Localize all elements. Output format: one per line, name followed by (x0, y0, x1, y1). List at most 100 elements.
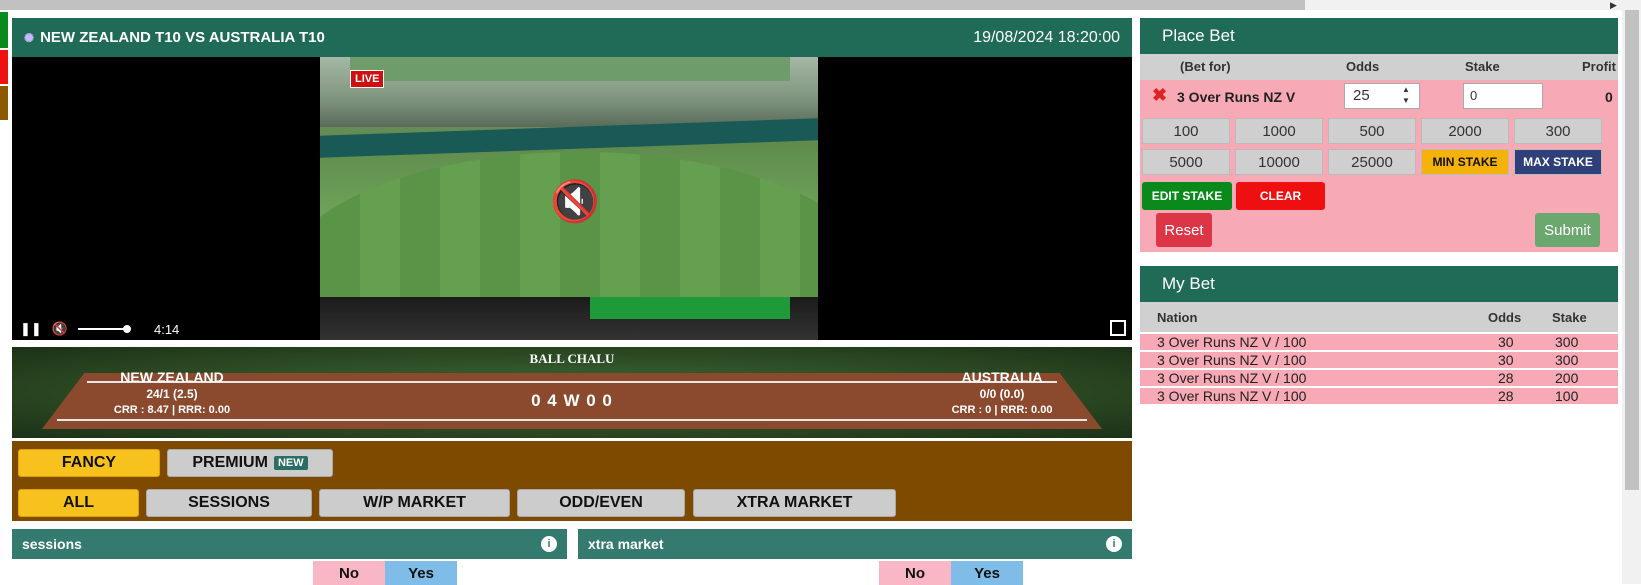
col-stake: Stake (1552, 310, 1587, 325)
col-profit: Profit (1582, 59, 1616, 74)
table-row: 3 Over Runs NZ V / 100 30 300 (1140, 352, 1618, 369)
tab-fancy[interactable]: FANCY (18, 449, 160, 477)
left-edge-strip-brown (0, 86, 8, 120)
left-edge-strip-green (0, 12, 8, 48)
horizontal-scrollbar-thumb[interactable] (0, 0, 1305, 10)
team2-score: 0/0 (0.0) (979, 387, 1025, 401)
min-stake-button[interactable]: MIN STAKE (1421, 149, 1509, 175)
row-nation: 3 Over Runs NZ V / 100 (1157, 388, 1307, 404)
sessions-market-header: sessions i (12, 529, 567, 559)
sessions-no-header: No (313, 561, 385, 585)
stake-10000-button[interactable]: 10000 (1235, 149, 1323, 175)
odds-stepper-icon[interactable]: ▲ ▼ (1402, 84, 1410, 106)
stadium-roof (350, 57, 790, 81)
filter-sessions[interactable]: SESSIONS (146, 489, 312, 517)
col-odds: Odds (1346, 59, 1380, 74)
profit-value: 0 (1605, 89, 1613, 105)
cricket-ball-icon: ✺ (24, 30, 35, 45)
reset-button[interactable]: Reset (1156, 213, 1212, 247)
col-odds: Odds (1488, 310, 1522, 325)
info-icon[interactable]: i (1106, 536, 1122, 552)
row-odds: 28 (1498, 388, 1514, 404)
video-controls: ❚❚ 🔇 4:14 (12, 318, 1132, 340)
xtra-market-header: xtra market i (578, 529, 1132, 559)
filter-wp-market[interactable]: W/P MARKET (319, 489, 510, 517)
filter-odd-even[interactable]: ODD/EVEN (517, 489, 685, 517)
stake-2000-button[interactable]: 2000 (1421, 118, 1509, 144)
team1-rates: CRR : 8.47 | RRR: 0.00 (113, 404, 231, 416)
place-bet-header: Place Bet (1140, 18, 1618, 54)
pause-icon[interactable]: ❚❚ (20, 321, 42, 337)
sessions-title: sessions (22, 536, 82, 552)
stake-25000-button[interactable]: 25000 (1328, 149, 1416, 175)
filter-all-label: ALL (62, 494, 95, 511)
match-title-wrap: ✺ NEW ZEALAND T10 VS AUSTRALIA T10 (24, 29, 325, 46)
live-badge: LIVE (350, 70, 385, 88)
stake-100-button[interactable]: 100 (1142, 118, 1230, 144)
table-row: 3 Over Runs NZ V / 100 28 100 (1140, 388, 1618, 405)
submit-button[interactable]: Submit (1535, 213, 1600, 247)
market-tabs-panel: FANCY PREMIUM NEW ALL SESSIONS W/P MARKE… (12, 441, 1132, 521)
max-stake-button[interactable]: MAX STAKE (1514, 149, 1602, 175)
my-bet-header: My Bet (1140, 266, 1618, 302)
xtra-market-title: xtra market (588, 536, 664, 552)
stake-300-button[interactable]: 300 (1514, 118, 1602, 144)
filter-all[interactable]: ALL (18, 489, 139, 517)
scoreboard: BALL CHALU 0 4 W 0 0 NEW ZEALAND 24/1 (2… (12, 347, 1132, 438)
tab-premium-label: PREMIUM (192, 454, 268, 471)
row-nation: 3 Over Runs NZ V / 100 (1157, 370, 1307, 386)
fullscreen-icon[interactable] (1110, 320, 1126, 336)
tab-fancy-label: FANCY (61, 454, 117, 471)
table-row: 3 Over Runs NZ V / 100 28 200 (1140, 370, 1618, 387)
place-bet-title: Place Bet (1162, 26, 1235, 45)
stake-5000-button[interactable]: 5000 (1142, 149, 1230, 175)
stake-input[interactable]: 0 (1463, 83, 1543, 109)
row-stake: 100 (1555, 388, 1579, 404)
mute-icon[interactable]: 🔇 (52, 321, 68, 337)
filter-wp-market-label: W/P MARKET (363, 494, 466, 511)
row-odds: 30 (1498, 352, 1514, 368)
clear-button[interactable]: CLEAR (1236, 182, 1325, 210)
stake-500-button[interactable]: 500 (1328, 118, 1416, 144)
col-nation: Nation (1157, 310, 1198, 325)
vertical-scrollbar-thumb[interactable] (1625, 10, 1639, 490)
match-title: NEW ZEALAND T10 VS AUSTRALIA T10 (40, 29, 325, 46)
filter-xtra-market[interactable]: XTRA MARKET (693, 489, 896, 517)
row-stake: 300 (1555, 334, 1579, 350)
row-stake: 200 (1555, 370, 1579, 386)
left-edge-strip-red (0, 50, 8, 84)
col-stake: Stake (1465, 59, 1500, 74)
crease-line (57, 419, 1087, 421)
remove-bet-icon[interactable]: ✖ (1152, 85, 1167, 106)
team1-name: NEW ZEALAND (120, 369, 224, 385)
tab-premium[interactable]: PREMIUM NEW (167, 449, 333, 477)
row-nation: 3 Over Runs NZ V / 100 (1157, 352, 1307, 368)
row-nation: 3 Over Runs NZ V / 100 (1157, 334, 1307, 350)
new-badge: NEW (273, 456, 308, 470)
row-odds: 30 (1498, 334, 1514, 350)
match-header: ✺ NEW ZEALAND T10 VS AUSTRALIA T10 19/08… (12, 18, 1132, 57)
stake-1000-button[interactable]: 1000 (1235, 118, 1323, 144)
col-bet-for: (Bet for) (1180, 59, 1231, 74)
row-stake: 300 (1555, 352, 1579, 368)
info-icon[interactable]: i (541, 536, 557, 552)
video-time: 4:14 (153, 321, 180, 337)
ball-status: BALL CHALU (529, 351, 615, 366)
edit-stake-button[interactable]: EDIT STAKE (1142, 182, 1232, 210)
sessions-yes-header: Yes (385, 561, 457, 585)
my-bet-columns: Nation Odds Stake (1140, 302, 1618, 332)
broadcast-bowler-panel (590, 297, 790, 319)
team2-rates: CRR : 0 | RRR: 0.00 (951, 404, 1053, 416)
xtra-no-header: No (879, 561, 951, 585)
filter-xtra-market-label: XTRA MARKET (736, 494, 853, 511)
team1-score: 24/1 (2.5) (146, 387, 198, 401)
place-bet-columns: (Bet for) Odds Stake Profit (1140, 54, 1618, 80)
place-bet-body: ✖ 3 Over Runs NZ V 25 ▲ ▼ 0 0 100 1000 50… (1140, 80, 1618, 252)
recent-balls: 0 4 W 0 0 (531, 391, 613, 410)
match-datetime: 19/08/2024 18:20:00 (973, 28, 1120, 46)
scroll-right-arrow-icon[interactable]: ▶ (1610, 0, 1617, 11)
volume-slider[interactable] (77, 325, 131, 333)
muted-speaker-icon[interactable]: 🔇 (550, 178, 600, 225)
table-row: 3 Over Runs NZ V / 100 30 300 (1140, 334, 1618, 351)
filter-odd-even-label: ODD/EVEN (559, 494, 643, 511)
